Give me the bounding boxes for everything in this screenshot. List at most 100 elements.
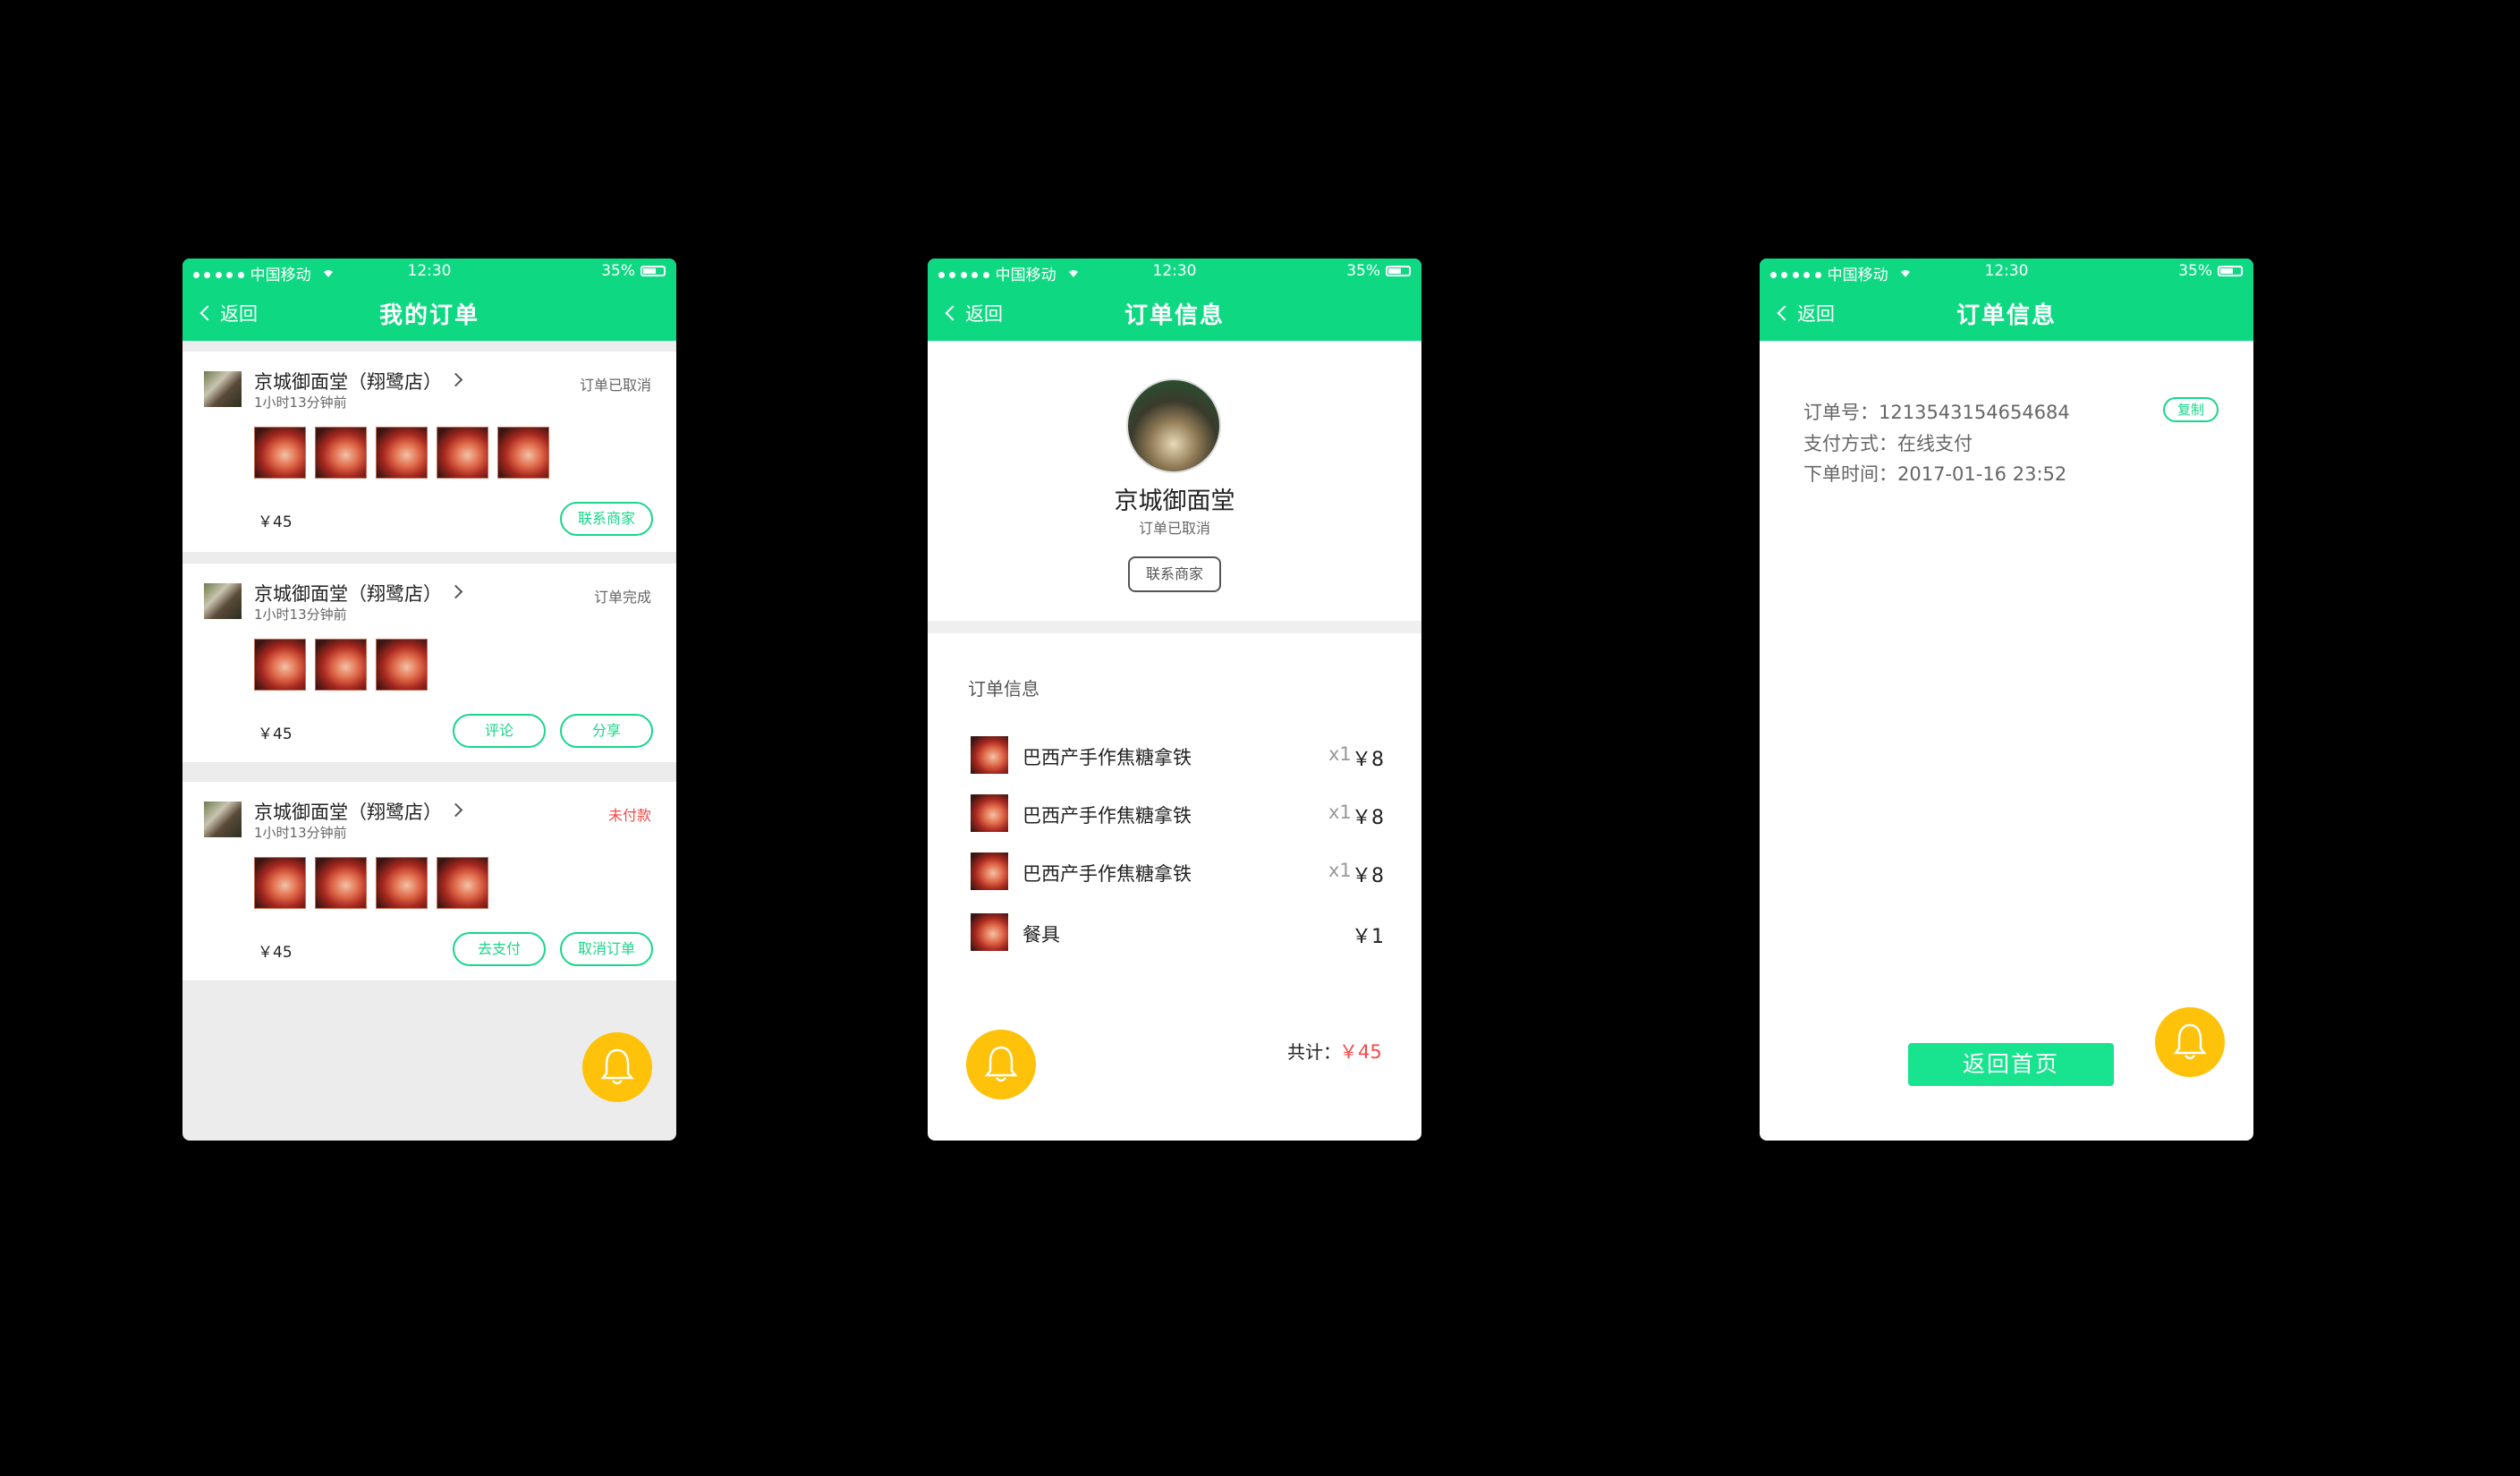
food-image: [376, 639, 428, 691]
bell-icon: [2173, 1023, 2207, 1060]
food-image: [315, 639, 367, 691]
item-image: [971, 913, 1008, 951]
page-title: 订单信息: [1124, 302, 1225, 329]
phone-order-info: 中国移动 12:30 35% 返回 订单信息 订单号：1213543154654…: [1760, 259, 2253, 1141]
food-image: [315, 427, 367, 479]
list-item: 巴西产手作焦糖拿铁 x1 ￥8: [971, 736, 1384, 776]
food-thumbnails: [254, 857, 488, 909]
food-image: [497, 427, 549, 479]
shop-avatar: [1126, 378, 1221, 473]
order-status: 订单已取消: [1138, 520, 1210, 537]
status-bar: 中国移动 12:30 35%: [1760, 259, 2253, 284]
item-name: 餐具: [1022, 924, 1060, 946]
bell-button[interactable]: [2155, 1007, 2225, 1077]
order-status: 订单已取消: [579, 377, 651, 394]
contact-merchant-button[interactable]: 联系商家: [560, 502, 653, 536]
battery-icon: [641, 266, 666, 276]
contact-merchant-button[interactable]: 联系商家: [1128, 556, 1221, 592]
shop-thumbnail: [204, 802, 242, 837]
food-image: [254, 427, 306, 479]
order-status: 订单完成: [593, 589, 651, 606]
shop-name[interactable]: 京城御面堂（翔鹭店）: [254, 368, 442, 394]
item-image: [971, 794, 1008, 832]
food-thumbnails: [254, 639, 428, 691]
page-title: 订单信息: [1956, 302, 2057, 329]
phone-order-detail: 中国移动 12:30 35% 返回 订单信息 京城御面堂 订单已取消 联系商家 …: [928, 259, 1421, 1141]
item-quantity: x1: [1328, 860, 1352, 881]
order-time: 下单时间：2017-01-16 23:52: [1803, 463, 2067, 485]
item-name: 巴西产手作焦糖拿铁: [1022, 805, 1192, 827]
status-bar: 中国移动 12:30 35%: [928, 259, 1421, 284]
battery-indicator: 35%: [601, 262, 666, 280]
food-image: [376, 857, 428, 909]
order-price: ￥45: [258, 944, 293, 962]
order-card[interactable]: 京城御面堂（翔鹭店） 1小时13分钟前 订单完成 ￥45 评论 分享: [182, 564, 676, 762]
battery-percent: 35%: [601, 262, 635, 280]
battery-percent: 35%: [1346, 262, 1380, 280]
food-image: [254, 639, 306, 691]
battery-percent: 35%: [2178, 262, 2212, 280]
food-image: [437, 857, 488, 909]
list-item: 巴西产手作焦糖拿铁 x1 ￥8: [971, 794, 1384, 834]
return-home-button[interactable]: 返回首页: [1908, 1043, 2114, 1086]
bell-button[interactable]: [582, 1032, 652, 1102]
food-thumbnails: [254, 427, 549, 479]
item-price: ￥8: [1352, 865, 1384, 887]
order-card[interactable]: 京城御面堂（翔鹭店） 1小时13分钟前 未付款 ￥45 去支付 取消订单: [182, 782, 676, 980]
phone-my-orders: 中国移动 12:30 35% 返回 我的订单 京城御面堂（翔鹭店） 1小时13分…: [182, 259, 676, 1141]
order-time: 1小时13分钟前: [254, 825, 347, 841]
shop-header: 京城御面堂 订单已取消 联系商家: [928, 341, 1421, 633]
order-card[interactable]: 京城御面堂（翔鹭店） 1小时13分钟前 订单已取消 ￥45 联系商家: [182, 352, 676, 552]
page-title: 我的订单: [378, 302, 479, 329]
shop-name: 京城御面堂: [1114, 488, 1235, 515]
chevron-right-icon: [448, 584, 463, 599]
shop-thumbnail: [204, 583, 242, 619]
battery-indicator: 35%: [1346, 262, 1411, 280]
battery-indicator: 35%: [2178, 262, 2243, 280]
review-button[interactable]: 评论: [453, 714, 546, 748]
shop-name[interactable]: 京城御面堂（翔鹭店）: [254, 580, 442, 607]
food-image: [254, 857, 306, 909]
bell-icon: [600, 1048, 634, 1085]
list-item: 餐具 ￥1: [971, 913, 1384, 953]
item-image: [971, 736, 1008, 774]
payment-method: 支付方式：在线支付: [1803, 433, 1973, 454]
battery-icon: [2218, 266, 2243, 276]
list-item: 巴西产手作焦糖拿铁 x1 ￥8: [971, 853, 1384, 892]
order-time: 1小时13分钟前: [254, 394, 347, 411]
battery-icon: [1386, 266, 1411, 276]
item-quantity: x1: [1328, 802, 1352, 823]
item-price: ￥8: [1352, 749, 1384, 771]
order-number: 订单号：1213543154654684: [1803, 402, 2070, 423]
shop-thumbnail: [204, 371, 242, 407]
nav-bar: 返回 订单信息: [1760, 284, 2253, 341]
nav-bar: 返回 我的订单: [182, 284, 676, 341]
order-time: 1小时13分钟前: [254, 607, 347, 623]
chevron-right-icon: [448, 372, 463, 387]
bell-icon: [984, 1046, 1018, 1082]
item-price: ￥1: [1352, 926, 1384, 948]
bell-button[interactable]: [966, 1030, 1036, 1099]
total-label: 共计：: [1287, 1041, 1341, 1063]
shop-name[interactable]: 京城御面堂（翔鹭店）: [254, 798, 442, 825]
cancel-order-button[interactable]: 取消订单: [560, 932, 653, 966]
food-image: [376, 427, 428, 479]
section-title: 订单信息: [968, 678, 1039, 700]
food-image: [315, 857, 367, 909]
copy-button[interactable]: 复制: [2163, 397, 2219, 422]
item-name: 巴西产手作焦糖拿铁: [1022, 747, 1192, 768]
item-name: 巴西产手作焦糖拿铁: [1022, 863, 1192, 885]
order-price: ￥45: [258, 513, 293, 531]
status-bar: 中国移动 12:30 35%: [182, 259, 676, 284]
food-image: [437, 427, 488, 479]
order-status: 未付款: [607, 807, 651, 824]
pay-button[interactable]: 去支付: [453, 932, 546, 966]
total-value: ￥45: [1339, 1041, 1382, 1063]
item-quantity: x1: [1328, 743, 1352, 765]
chevron-right-icon: [448, 802, 463, 818]
share-button[interactable]: 分享: [560, 714, 653, 748]
item-price: ￥8: [1352, 807, 1384, 829]
order-price: ￥45: [258, 725, 293, 743]
item-image: [971, 853, 1008, 890]
nav-bar: 返回 订单信息: [928, 284, 1421, 341]
